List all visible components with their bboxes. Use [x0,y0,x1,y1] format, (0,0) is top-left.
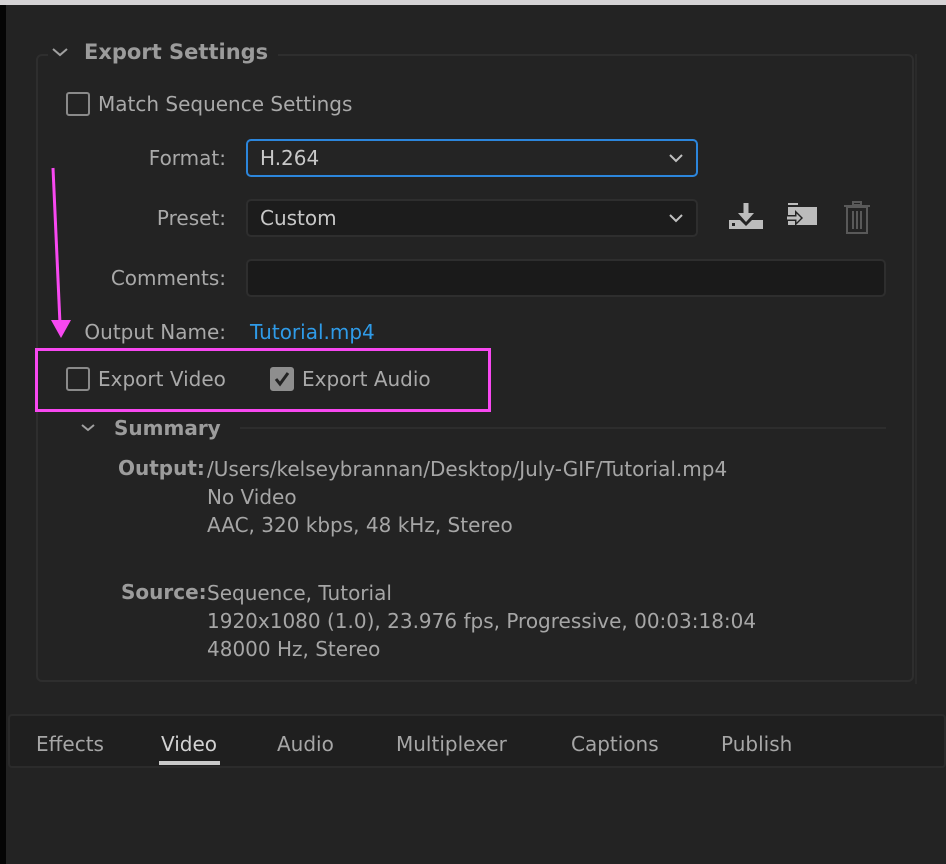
export-video-checkbox[interactable]: Export Video [66,367,226,391]
delete-preset-icon[interactable] [843,201,871,235]
summary-output-path: /Users/kelseybrannan/Desktop/July-GIF/Tu… [207,457,728,481]
section-title: Export Settings [84,40,269,64]
tab-publish[interactable]: Publish [721,732,792,756]
summary-source-values: Sequence, Tutorial 1920x1080 (1.0), 23.9… [207,579,756,663]
export-audio-checkbox[interactable]: Export Audio [270,367,431,391]
summary-output-audio: AAC, 320 kbps, 48 kHz, Stereo [207,513,513,537]
summary-source-sequence: Sequence, Tutorial [207,581,392,605]
export-video-label: Export Video [98,367,226,391]
checkbox[interactable] [66,367,90,391]
match-sequence-label: Match Sequence Settings [98,92,353,116]
export-audio-label: Export Audio [302,367,431,391]
checkbox[interactable] [270,367,294,391]
export-settings-header[interactable]: Export Settings [48,40,279,64]
annotation-arrow-icon [51,167,71,338]
summary-output-video: No Video [207,485,297,509]
preset-value: Custom [260,206,337,230]
tab-audio[interactable]: Audio [277,732,334,756]
chevron-down-icon [669,214,683,223]
preset-label: Preset: [156,206,226,230]
panel-divider [915,54,917,684]
checkbox[interactable] [66,92,90,116]
match-sequence-settings-checkbox[interactable]: Match Sequence Settings [66,92,352,116]
output-name-label: Output Name: [84,320,226,344]
tab-effects[interactable]: Effects [36,732,104,756]
format-label: Format: [148,146,226,170]
tab-video[interactable]: Video [161,732,217,756]
summary-title: Summary [114,416,221,440]
format-dropdown[interactable]: H.264 [246,139,698,177]
summary-source-video: 1920x1080 (1.0), 23.976 fps, Progressive… [207,609,757,633]
summary-output-values: /Users/kelseybrannan/Desktop/July-GIF/Tu… [207,455,727,539]
comments-label: Comments: [110,266,226,290]
comments-input[interactable] [246,259,886,297]
save-preset-icon[interactable] [729,203,763,231]
window-top-bar [0,0,946,5]
window-left-edge [0,5,6,864]
summary-header[interactable]: Summary [78,416,221,440]
chevron-down-icon [669,154,683,163]
summary-source-label: Source: [121,580,207,604]
summary-divider [240,427,886,429]
tab-multiplexer[interactable]: Multiplexer [396,732,507,756]
format-value: H.264 [260,146,320,170]
preset-dropdown[interactable]: Custom [246,199,698,237]
active-tab-indicator [159,761,220,765]
summary-output-label: Output: [118,456,205,480]
summary-source-audio: 48000 Hz, Stereo [207,637,381,661]
chevron-down-icon[interactable] [78,418,98,438]
checkmark-icon [274,372,290,387]
chevron-down-icon[interactable] [48,42,72,62]
settings-tab-bar: Effects Video Audio Multiplexer Captions… [8,714,946,768]
output-name-link[interactable]: Tutorial.mp4 [250,320,375,344]
import-preset-icon[interactable] [785,203,817,231]
tab-captions[interactable]: Captions [571,732,659,756]
